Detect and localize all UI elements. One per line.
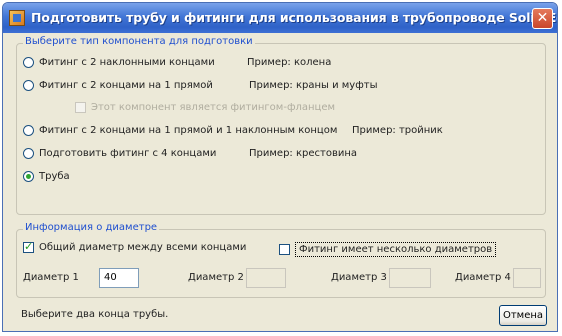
diameter-1-label: Диаметр 1 (23, 272, 79, 283)
option-two-ends-straight[interactable]: Фитинг с 2 концами на 1 прямой (23, 80, 213, 91)
diameter-info-group: Информация о диаметре Общий диаметр межд… (16, 222, 546, 298)
radio-two-ends-straight[interactable] (23, 80, 34, 91)
diameter-4-label: Диаметр 4 (455, 272, 511, 283)
cancel-button[interactable]: Отмена (499, 305, 547, 326)
radio-four-ends[interactable] (23, 148, 34, 159)
flange-checkbox-label: Этот компонент является фитингом-фланцем (91, 102, 336, 113)
option-label: Подготовить фитинг с 4 концами (39, 148, 217, 159)
example-text: Пример: краны и муфты (249, 80, 378, 91)
dialog-window: Подготовить трубу и фитинги для использо… (2, 2, 558, 332)
diameter-1-input[interactable]: 40 (99, 268, 139, 288)
option-label: Фитинг с 2 концами на 1 прямой и 1 накло… (39, 125, 338, 136)
flange-checkbox-row[interactable]: Этот компонент является фитингом-фланцем (75, 102, 335, 113)
diameter-info-legend: Информация о диаметре (23, 222, 160, 233)
example-text: Пример: колена (247, 57, 332, 68)
common-diameter-row[interactable]: Общий диаметр между всеми концами (23, 240, 247, 253)
window-title: Подготовить трубу и фитинги для использо… (31, 10, 558, 25)
option-label: Фитинг с 2 наклонными концами (39, 57, 215, 68)
app-icon (9, 10, 25, 26)
multiple-diameters-label: Фитинг имеет несколько диаметров (295, 242, 497, 257)
example-text: Пример: крестовина (249, 148, 357, 159)
radio-two-angled-ends[interactable] (23, 57, 34, 68)
option-four-ends[interactable]: Подготовить фитинг с 4 концами (23, 148, 216, 159)
option-tee[interactable]: Фитинг с 2 концами на 1 прямой и 1 накло… (23, 125, 337, 136)
flange-checkbox[interactable] (75, 102, 86, 113)
radio-pipe[interactable] (23, 171, 34, 182)
multiple-diameters-checkbox[interactable] (279, 244, 290, 255)
diameter-3-input[interactable] (389, 268, 431, 288)
option-label: Труба (39, 171, 70, 182)
diameter-4-input[interactable] (513, 268, 541, 288)
title-bar[interactable]: Подготовить трубу и фитинги для использо… (3, 3, 557, 33)
diameter-3-label: Диаметр 3 (331, 272, 387, 283)
option-label: Фитинг с 2 концами на 1 прямой (39, 80, 213, 91)
multiple-diameters-row[interactable]: Фитинг имеет несколько диаметров (279, 242, 497, 257)
example-text: Пример: тройник (352, 125, 443, 136)
component-type-legend: Выберите тип компонента для подготовки (23, 36, 255, 47)
option-pipe[interactable]: Труба (23, 171, 70, 182)
common-diameter-checkbox[interactable] (23, 240, 34, 253)
status-text: Выберите два конца трубы. (21, 309, 169, 320)
component-type-group: Выберите тип компонента для подготовки Ф… (16, 36, 546, 215)
diameter-2-input[interactable] (246, 268, 286, 288)
diameter-2-label: Диаметр 2 (188, 272, 244, 283)
close-button[interactable]: ✕ (532, 8, 553, 29)
option-two-angled-ends[interactable]: Фитинг с 2 наклонными концами (23, 57, 215, 68)
common-diameter-label: Общий диаметр между всеми концами (39, 242, 247, 253)
radio-tee[interactable] (23, 125, 34, 136)
